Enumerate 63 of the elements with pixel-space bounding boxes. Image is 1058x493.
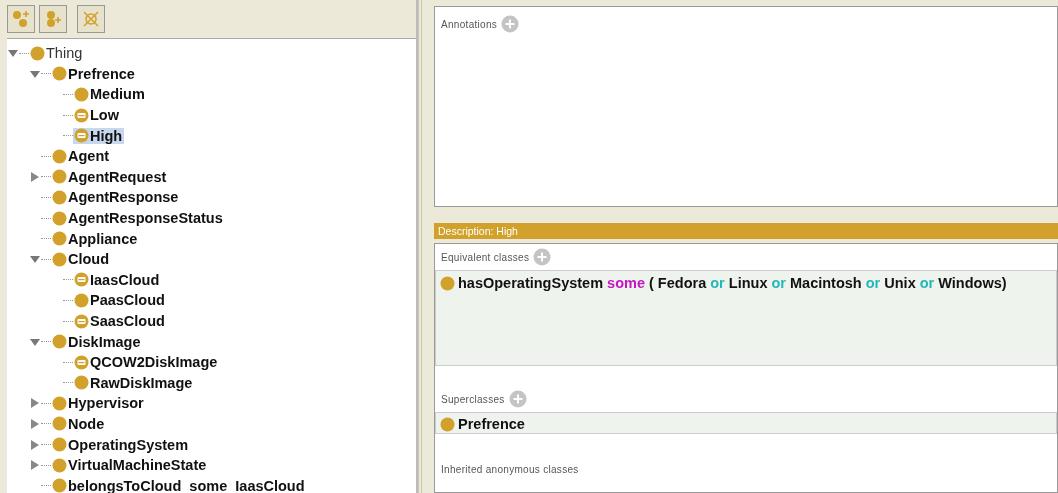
class-icon: [52, 437, 67, 453]
tree-item[interactable]: PaasCloud: [73, 292, 167, 309]
tree-item[interactable]: AgentResponseStatus: [51, 210, 225, 227]
class-expression: hasOperatingSystem some ( Fedora or Linux or Macintosh or Unix or Windows): [458, 275, 1007, 291]
class-icon: [440, 416, 455, 432]
section-title: Inherited anonymous classes: [441, 464, 579, 475]
delete-class-icon: [81, 9, 101, 29]
tree-item[interactable]: Node: [51, 416, 107, 432]
class-icon: [52, 478, 67, 493]
expand-triangle-icon[interactable]: [29, 438, 41, 451]
class-icon: [74, 375, 89, 391]
class-icon: [52, 210, 67, 226]
class-icon: [30, 45, 45, 61]
class-icon: [440, 275, 455, 291]
class-icon: [52, 251, 67, 267]
tree-item[interactable]: Medium: [73, 86, 147, 103]
tree-item[interactable]: High: [73, 127, 125, 144]
class-icon: [52, 334, 67, 350]
class-icon: [52, 66, 67, 82]
tree-item[interactable]: IaasCloud: [73, 271, 162, 288]
tree-item[interactable]: VirtualMachineState: [51, 457, 209, 474]
tree-item[interactable]: AgentRequest: [51, 168, 169, 185]
panel-header: Description: High: [434, 223, 1058, 239]
defined-class-icon: [74, 272, 89, 288]
tree-item[interactable]: DiskImage: [51, 333, 143, 350]
toolbar-button[interactable]: [77, 5, 105, 33]
section-title: Superclasses: [441, 393, 505, 405]
class-icon: [52, 457, 67, 473]
tree-item[interactable]: Cloud: [51, 251, 112, 268]
tree-item[interactable]: Low: [73, 107, 121, 124]
expand-triangle-icon[interactable]: [29, 418, 41, 430]
defined-class-icon: [74, 313, 89, 329]
section-title: Annotations: [441, 18, 498, 30]
class-icon: [74, 292, 89, 308]
tree-item[interactable]: QCOW2DiskImage: [73, 354, 220, 371]
tree-item[interactable]: SaasCloud: [73, 313, 167, 329]
toolbar-button[interactable]: [39, 5, 67, 33]
tree-item[interactable]: RawDiskImage: [73, 374, 195, 391]
class-icon: [52, 395, 67, 411]
tree-item[interactable]: belongsToCloud some IaasCloud: [51, 477, 307, 493]
tree-item[interactable]: OperatingSystem: [51, 436, 191, 453]
add-subclass-icon: [11, 9, 31, 29]
tree-item[interactable]: Agent: [51, 148, 112, 165]
tree-item[interactable]: Appliance: [51, 230, 140, 247]
defined-class-icon: [74, 128, 89, 144]
defined-class-icon: [74, 107, 89, 123]
class-icon: [52, 169, 67, 185]
class-expression: Prefrence: [458, 416, 525, 432]
tree-item[interactable]: Thing: [29, 45, 85, 62]
tree-item[interactable]: Hypervisor: [51, 395, 146, 412]
expand-triangle-icon[interactable]: [29, 459, 41, 472]
class-icon: [52, 189, 67, 205]
class-icon: [52, 231, 67, 247]
class-icon: [52, 148, 67, 164]
defined-class-icon: [74, 354, 89, 370]
section-title: Equivalent classes: [441, 251, 530, 263]
toolbar-button[interactable]: [7, 5, 35, 33]
class-icon: [74, 87, 89, 102]
tree-item[interactable]: Prefrence: [51, 65, 137, 82]
class-icon: [52, 416, 67, 432]
expand-triangle-icon[interactable]: [29, 170, 41, 183]
tree-item[interactable]: AgentResponse: [51, 189, 181, 206]
expand-triangle-icon[interactable]: [29, 397, 41, 410]
